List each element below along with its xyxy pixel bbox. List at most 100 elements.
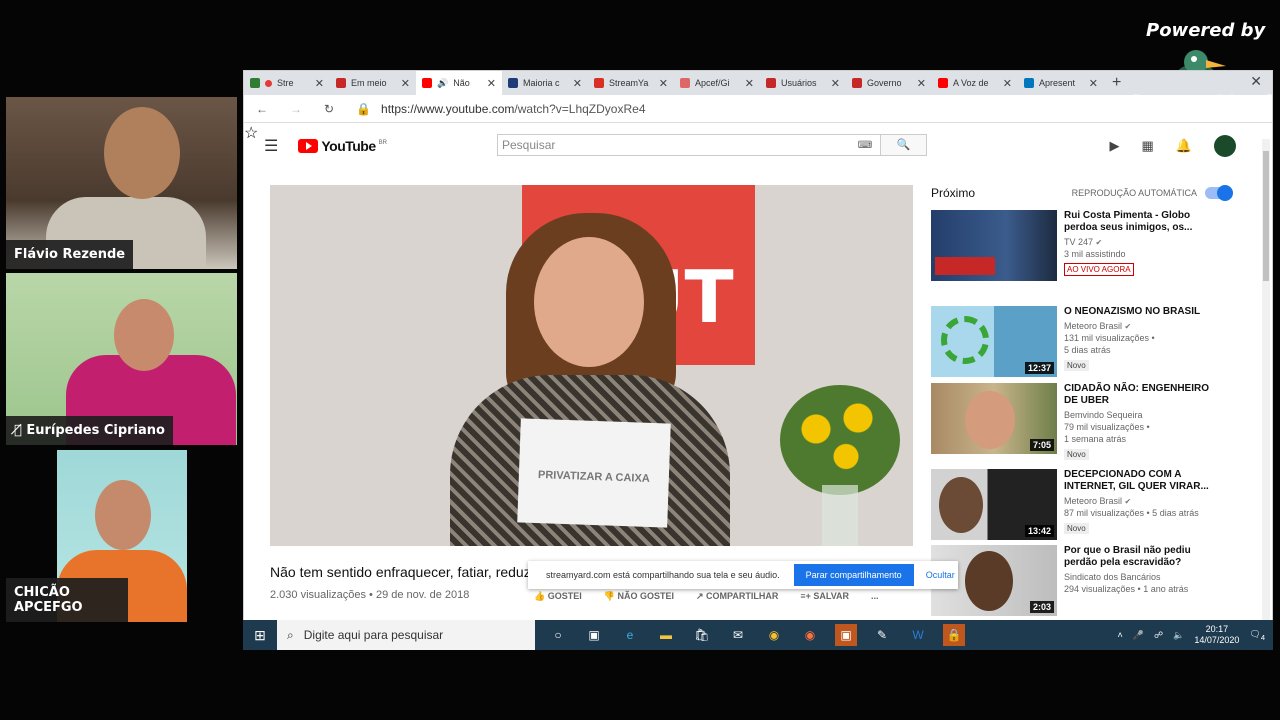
up-next-label: Próximo — [931, 186, 976, 200]
tray-expand-icon[interactable]: ˄ — [1118, 630, 1123, 640]
video-thumbnail[interactable]: 13:42 — [931, 469, 1057, 540]
file-explorer-icon[interactable]: ▬ — [655, 624, 677, 646]
mic-muted-icon: 🎙̸ — [14, 423, 22, 438]
video-title: O NEONAZISMO NO BRASIL — [1064, 306, 1201, 317]
powered-by-label: Powered by — [1146, 20, 1266, 41]
video-title: DECEPCIONADO COM A INTERNET, GIL QUER VI… — [1064, 469, 1209, 492]
list-item[interactable]: 13:42 DECEPCIONADO COM A INTERNET, GIL Q… — [931, 469, 1231, 541]
youtube-logo[interactable]: YouTube BR — [298, 138, 387, 154]
mouse-cursor-icon: ↖ — [253, 494, 265, 510]
url-field[interactable]: 🔒 https://www.youtube.com/watch?v=LhqZDy… — [356, 102, 645, 116]
hide-notice-button[interactable]: Ocultar — [926, 570, 955, 580]
close-window-icon[interactable]: ✕ — [1250, 73, 1262, 90]
browser-tab-6[interactable]: Apcef/Gi ✕ — [674, 71, 760, 95]
video-info: Por que o Brasil não pediu perdão pela e… — [1064, 545, 1224, 594]
browser-tab-4[interactable]: Maioria c ✕ — [502, 71, 588, 95]
thumbnail-face — [965, 391, 1015, 449]
video-player[interactable]: UT PRIVATIZAR A CAIXA — [270, 185, 913, 546]
autoplay-toggle[interactable] — [1205, 185, 1233, 201]
close-tab-icon[interactable]: ✕ — [315, 77, 324, 90]
menu-icon[interactable]: ☰ — [264, 136, 278, 156]
close-tab-icon[interactable]: ✕ — [401, 77, 410, 90]
share-button[interactable]: ↗ COMPARTILHAR — [696, 591, 778, 602]
close-tab-icon[interactable]: ✕ — [917, 77, 926, 90]
volume-icon[interactable]: 🔈 — [1173, 630, 1184, 641]
region-code: BR — [378, 140, 387, 146]
forward-icon[interactable]: → — [290, 102, 302, 116]
browser-tab-5[interactable]: StreamYa ✕ — [588, 71, 674, 95]
microphone-icon[interactable]: 🎤 — [1133, 630, 1144, 641]
list-item[interactable]: Rui Costa Pimenta - Globo perdoa seus in… — [931, 210, 1231, 282]
tab-label: Apresent — [1039, 78, 1076, 88]
close-tab-icon[interactable]: ✕ — [745, 77, 754, 90]
participant-name: 🎙̸ Eurípedes Cipriano — [6, 416, 173, 445]
video-stats: 3 mil assistindo — [1064, 249, 1126, 259]
search-button[interactable]: 🔍 — [880, 135, 926, 155]
app-icon[interactable]: 🔒 — [943, 624, 965, 646]
save-button[interactable]: ≡+ SALVAR — [800, 591, 849, 602]
share-label: COMPARTILHAR — [706, 591, 779, 601]
browser-tab-1[interactable]: Stre ✕ — [244, 71, 330, 95]
close-tab-icon[interactable]: ✕ — [487, 77, 496, 90]
tab-label: Apcef/Gi — [695, 78, 730, 88]
list-item[interactable]: 7:05 CIDADÃO NÃO: ENGENHEIRO DE UBER Bem… — [931, 383, 1231, 460]
task-view-icon[interactable]: ▣ — [583, 624, 605, 646]
video-duration: 7:05 — [1029, 439, 1054, 451]
stop-sharing-button[interactable]: Parar compartilhamento — [793, 564, 914, 586]
notifications-icon[interactable]: 🗨4 — [1249, 629, 1265, 642]
keyboard-icon[interactable]: ⌨ — [850, 140, 880, 151]
back-icon[interactable]: ← — [256, 102, 268, 116]
page-scrollbar[interactable] — [1262, 139, 1270, 647]
video-duration: 12:37 — [1024, 362, 1054, 374]
app-icon[interactable]: ✎ — [871, 624, 893, 646]
video-thumbnail[interactable] — [931, 210, 1057, 281]
notifications-bell-icon[interactable]: 🔔 — [1176, 138, 1192, 154]
reload-icon[interactable]: ↻ — [324, 102, 334, 116]
list-item[interactable]: 12:37 O NEONAZISMO NO BRASIL Meteoro Bra… — [931, 306, 1231, 378]
close-tab-icon[interactable]: ✕ — [1003, 77, 1012, 90]
sunflowers — [780, 385, 900, 495]
store-icon[interactable]: 🛍 — [691, 624, 713, 646]
cortana-icon[interactable]: ○ — [547, 624, 569, 646]
browser-tab-9[interactable]: A Voz de ✕ — [932, 71, 1018, 95]
windows-start-icon[interactable]: ⊞ — [243, 627, 277, 644]
close-tab-icon[interactable]: ✕ — [831, 77, 840, 90]
recording-dot-icon — [265, 79, 272, 87]
browser-tab-3[interactable]: 🔊 Não ✕ — [416, 71, 502, 95]
like-button[interactable]: 👍 GOSTEI — [534, 591, 582, 602]
participant-tile-1: Flávio Rezende — [6, 97, 237, 269]
browser-tab-7[interactable]: Usuários ✕ — [760, 71, 846, 95]
chrome-icon[interactable]: ◉ — [763, 624, 785, 646]
edge-icon[interactable]: e — [619, 624, 641, 646]
f-icon — [508, 78, 518, 88]
network-icon[interactable]: ☍ — [1154, 630, 1163, 641]
browser-tab-8[interactable]: Governo ✕ — [846, 71, 932, 95]
screen-share-notice: streamyard.com está compartilhando sua t… — [528, 561, 958, 589]
new-tab-icon[interactable]: + — [1112, 74, 1121, 92]
apps-grid-icon[interactable]: ▦ — [1142, 138, 1154, 154]
clock[interactable]: 20:17 14/07/2020 — [1194, 624, 1239, 646]
taskbar-search-input[interactable]: ⌕ Digite aqui para pesquisar — [277, 620, 535, 650]
list-item[interactable]: 2:03 Por que o Brasil não pediu perdão p… — [931, 545, 1231, 617]
close-tab-icon[interactable]: ✕ — [659, 77, 668, 90]
close-tab-icon[interactable]: ✕ — [1089, 77, 1098, 90]
new-badge: Novo — [1064, 523, 1089, 534]
browser-tab-2[interactable]: Em meio ✕ — [330, 71, 416, 95]
video-thumbnail[interactable]: 12:37 — [931, 306, 1057, 377]
participant-head — [95, 480, 151, 550]
create-video-icon[interactable]: ▶ — [1110, 138, 1120, 154]
video-thumbnail[interactable]: 7:05 — [931, 383, 1057, 454]
scrollbar-thumb[interactable] — [1263, 151, 1269, 281]
url-path: /watch?v=LhqZDyoxRe4 — [514, 101, 646, 116]
search-input[interactable]: Pesquisar ⌨ 🔍 — [497, 134, 927, 156]
dislike-button[interactable]: 👎 NÃO GOSTEI — [604, 591, 674, 602]
firefox-icon[interactable]: ◉ — [799, 624, 821, 646]
app-icon[interactable]: ▣ — [835, 624, 857, 646]
word-icon[interactable]: W — [907, 624, 929, 646]
mail-icon[interactable]: ✉ — [727, 624, 749, 646]
more-actions-button[interactable]: ... — [871, 591, 879, 602]
avatar[interactable] — [1214, 135, 1236, 157]
browser-tab-10[interactable]: Apresent ✕ — [1018, 71, 1104, 95]
close-tab-icon[interactable]: ✕ — [573, 77, 582, 90]
channel-name: Meteoro Brasil ✔ — [1064, 321, 1224, 331]
